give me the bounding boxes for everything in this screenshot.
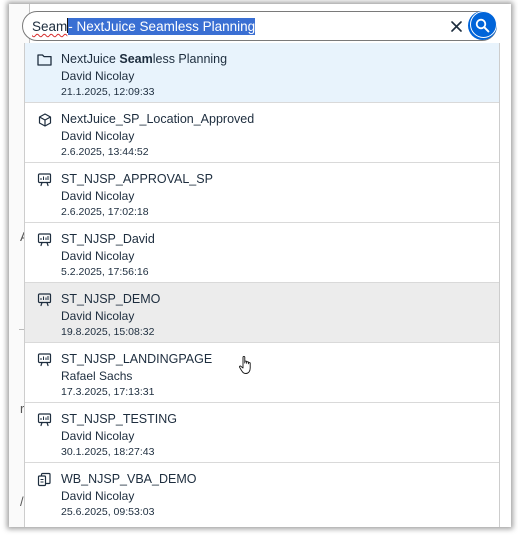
result-owner: David Nicolay: [61, 249, 135, 263]
result-title: ST_NJSP_TESTING: [61, 412, 177, 427]
result-owner: David Nicolay: [61, 429, 135, 443]
search-autocomplete-suggestion: - NextJuice Seamless Planning: [68, 18, 256, 35]
search-submit-button[interactable]: [468, 11, 497, 40]
result-title: ST_NJSP_LANDINGPAGE: [61, 352, 212, 367]
result-title-text: ST_NJSP_APPROVAL_SP: [61, 172, 213, 186]
result-modified-date: 17.3.2025, 17:13:31: [61, 386, 155, 398]
result-item[interactable]: ST_NJSP_APPROVAL_SP David Nicolay 2.6.20…: [25, 163, 499, 223]
presentation-screen-icon: [37, 232, 52, 247]
result-owner: David Nicolay: [61, 189, 135, 203]
cube-icon: [37, 112, 52, 127]
result-item[interactable]: WB_NJSP_VBA_DEMO David Nicolay 25.6.2025…: [25, 463, 499, 522]
result-title-text: NextJuice_SP_Location_Approved: [61, 112, 255, 126]
result-owner: David Nicolay: [61, 309, 135, 323]
result-item[interactable]: ST_NJSP_DEMO David Nicolay 19.8.2025, 15…: [25, 283, 499, 343]
result-item[interactable]: ST_NJSP_David David Nicolay 5.2.2025, 17…: [25, 223, 499, 283]
result-item[interactable]: ST_NJSP_TESTING David Nicolay 30.1.2025,…: [25, 403, 499, 463]
result-modified-date: 19.8.2025, 15:08:32: [61, 326, 155, 338]
result-owner: Rafael Sachs: [61, 369, 133, 383]
search-typed-text: Seam: [32, 19, 68, 34]
result-item[interactable]: NextJuice Seamless Planning David Nicola…: [25, 43, 499, 103]
result-title-text: ST_NJSP_David: [61, 232, 155, 246]
result-title-match: Seam: [119, 52, 153, 66]
result-title: NextJuice_SP_Location_Approved: [61, 112, 254, 127]
result-owner: David Nicolay: [61, 129, 135, 143]
result-title: WB_NJSP_VBA_DEMO: [61, 472, 196, 487]
search-results-list: NextJuice Seamless Planning David Nicola…: [24, 43, 500, 527]
clear-search-button[interactable]: [444, 14, 468, 38]
folder-icon: [37, 52, 52, 67]
result-item[interactable]: NextJuice_SP_Location_Approved David Nic…: [25, 103, 499, 163]
workbook-icon: [37, 472, 52, 487]
presentation-screen-icon: [37, 292, 52, 307]
result-title-text: WB_NJSP_VBA_DEMO: [61, 472, 197, 486]
result-title: ST_NJSP_David: [61, 232, 155, 247]
search-icon: [475, 18, 490, 33]
result-modified-date: 21.1.2025, 12:09:33: [61, 86, 155, 98]
result-modified-date: 5.2.2025, 17:56:16: [61, 266, 149, 278]
search-popover-screenshot: A r / Seam- NextJuice Seamless Planning …: [9, 4, 511, 527]
result-title-text: ST_NJSP_DEMO: [61, 292, 161, 306]
result-title: NextJuice Seamless Planning: [61, 52, 227, 67]
presentation-screen-icon: [37, 412, 52, 427]
result-title-text: less Planning: [152, 52, 228, 66]
presentation-screen-icon: [37, 352, 52, 367]
result-title-text: ST_NJSP_LANDINGPAGE: [61, 352, 213, 366]
result-modified-date: 25.6.2025, 09:53:03: [61, 506, 155, 518]
result-title: ST_NJSP_DEMO: [61, 292, 160, 307]
result-modified-date: 2.6.2025, 13:44:52: [61, 146, 149, 158]
result-title: ST_NJSP_APPROVAL_SP: [61, 172, 213, 187]
result-item[interactable]: ST_NJSP_LANDINGPAGE Rafael Sachs 17.3.20…: [25, 343, 499, 403]
result-title-text: NextJuice: [61, 52, 120, 66]
result-modified-date: 2.6.2025, 17:02:18: [61, 206, 149, 218]
result-modified-date: 30.1.2025, 18:27:43: [61, 446, 155, 458]
presentation-screen-icon: [37, 172, 52, 187]
result-owner: David Nicolay: [61, 69, 135, 83]
result-owner: David Nicolay: [61, 489, 135, 503]
hand-pointer-cursor-icon: [239, 356, 251, 374]
search-input[interactable]: Seam- NextJuice Seamless Planning: [32, 18, 256, 35]
close-icon: [450, 20, 462, 32]
result-title-text: ST_NJSP_TESTING: [61, 412, 177, 426]
search-field[interactable]: Seam- NextJuice Seamless Planning: [22, 11, 497, 41]
